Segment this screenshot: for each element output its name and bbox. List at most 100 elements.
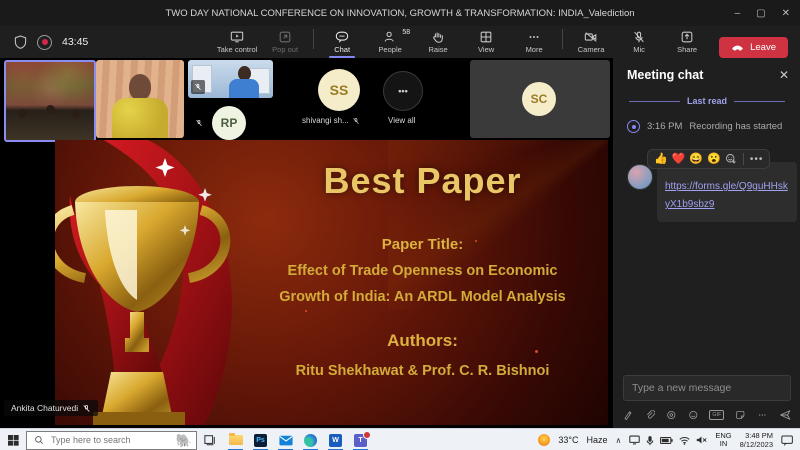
recording-indicator-icon — [37, 35, 52, 50]
video-tile-small[interactable] — [188, 60, 273, 98]
camera-button[interactable]: Camera — [567, 26, 615, 58]
participant-figure — [229, 79, 259, 98]
trophy-graphic — [55, 140, 275, 425]
camera-off-icon — [584, 30, 598, 44]
search-highlight-elephant-icon[interactable]: 🐘 — [176, 434, 192, 447]
maximize-button[interactable]: ▢ — [756, 8, 765, 19]
system-tray: 33°C Haze ∧ ENG IN 3:48 PM 8/12/2023 — [538, 431, 800, 449]
thumbs-up-reaction[interactable]: 👍 — [654, 154, 668, 165]
take-control-button[interactable]: Take control — [213, 26, 261, 58]
view-button[interactable]: View — [462, 26, 510, 58]
video-tile-sc[interactable]: SC — [470, 60, 610, 138]
mic-button[interactable]: Mic — [615, 26, 663, 58]
slide-text: Best Paper Paper Title: Effect of Trade … — [245, 160, 600, 379]
task-view-icon — [204, 434, 216, 446]
add-reaction-icon[interactable] — [725, 153, 737, 165]
chat-message: 👍 ❤️ 😄 😮 ••• https://forms.gle/Q9guHHsky… — [621, 162, 793, 222]
authors-label: Authors: — [245, 331, 600, 351]
presenter-name-overlay: Ankita Chaturvedi — [4, 400, 98, 416]
reaction-bar: 👍 ❤️ 😄 😮 ••• — [647, 149, 770, 169]
more-button[interactable]: More — [510, 26, 558, 58]
mic-muted-icon — [191, 80, 205, 94]
clock[interactable]: 3:48 PM 8/12/2023 — [740, 431, 773, 449]
title-bar: TWO DAY NATIONAL CONFERENCE ON INNOVATIO… — [0, 0, 800, 26]
avatar-sc: SC — [522, 82, 556, 116]
word-button[interactable]: W — [323, 429, 348, 450]
mic-muted-icon — [192, 116, 206, 130]
chat-panel-title: Meeting chat — [627, 68, 703, 82]
sticker-icon[interactable] — [735, 409, 746, 421]
send-icon[interactable] — [779, 408, 791, 422]
edge-button[interactable] — [298, 429, 323, 450]
search-input[interactable] — [49, 434, 171, 446]
photoshop-button[interactable]: Ps — [248, 429, 273, 450]
edge-icon — [304, 434, 317, 447]
screen-icon — [230, 30, 244, 44]
tray-mic-icon[interactable] — [646, 435, 654, 446]
raise-hand-button[interactable]: Raise — [414, 26, 462, 58]
tray-time: 3:48 PM — [740, 431, 773, 440]
share-icon — [680, 30, 694, 44]
display-icon[interactable] — [629, 435, 640, 445]
ellipsis-icon — [527, 30, 541, 44]
close-button[interactable]: ✕ — [782, 8, 790, 19]
weather-temp[interactable]: 33°C — [558, 435, 578, 445]
mural-background — [6, 62, 94, 107]
meeting-timer: 43:45 — [62, 36, 88, 48]
teams-button[interactable]: T — [348, 429, 373, 450]
tray-icons — [629, 435, 707, 446]
action-center-icon[interactable] — [781, 435, 794, 446]
compose-area: GIF — [623, 375, 791, 422]
weather-icon[interactable] — [538, 434, 550, 446]
mail-icon — [279, 435, 293, 446]
avatar-ss[interactable]: SS — [318, 69, 360, 111]
battery-icon[interactable] — [660, 436, 673, 445]
message-input[interactable] — [623, 375, 791, 401]
volume-muted-icon[interactable] — [696, 435, 707, 445]
message-more-icon[interactable]: ••• — [750, 154, 764, 165]
share-button[interactable]: Share — [663, 26, 711, 58]
photoshop-icon: Ps — [254, 434, 267, 447]
mail-button[interactable] — [273, 429, 298, 450]
search-icon — [34, 435, 44, 445]
paper-title-line2: Growth of India: An ARDL Model Analysis — [245, 289, 600, 305]
task-view-button[interactable] — [197, 429, 223, 450]
tray-date: 8/12/2023 — [740, 440, 773, 449]
shared-link[interactable]: https://forms.gle/Q9guHHskyX1b9sbz9 — [665, 181, 788, 210]
pop-out-button[interactable]: Pop out — [261, 26, 309, 58]
avatar-rp[interactable]: RP — [212, 106, 246, 140]
toolbar-divider-2 — [562, 29, 563, 49]
language-indicator[interactable]: ENG IN — [715, 432, 731, 449]
laugh-reaction[interactable]: 😄 — [689, 154, 703, 165]
format-icon[interactable] — [623, 409, 634, 421]
surprised-reaction[interactable]: 😮 — [707, 154, 721, 165]
file-explorer-button[interactable] — [223, 429, 248, 450]
emoji-icon[interactable] — [688, 409, 699, 421]
minimize-button[interactable]: – — [735, 8, 741, 19]
view-all-label[interactable]: View all — [388, 116, 415, 125]
loop-icon[interactable] — [666, 409, 677, 421]
gif-icon[interactable]: GIF — [709, 410, 724, 420]
chat-button[interactable]: Chat — [318, 26, 366, 58]
taskbar-search[interactable]: 🐘 — [26, 431, 197, 450]
chat-close-icon[interactable]: ✕ — [779, 68, 789, 82]
video-tile-speaker[interactable] — [96, 60, 184, 138]
compose-more-icon[interactable] — [757, 409, 768, 421]
leave-button[interactable]: Leave — [719, 37, 788, 58]
start-button[interactable] — [0, 429, 26, 450]
video-tile-room[interactable] — [4, 60, 96, 142]
participant-figure — [46, 105, 55, 114]
paper-title-line1: Effect of Trade Openness on Economic — [245, 263, 600, 279]
toolbar-center: Take control Pop out Chat 5 — [213, 26, 800, 58]
overflow-participants-button[interactable]: ••• — [383, 71, 423, 111]
tray-chevron-icon[interactable]: ∧ — [616, 436, 622, 445]
attach-icon[interactable] — [645, 409, 656, 421]
event-time: 3:16 PM — [647, 121, 682, 132]
heart-reaction[interactable]: ❤️ — [672, 154, 686, 165]
authors-names: Ritu Shekhawat & Prof. C. R. Bishnoi — [245, 363, 600, 379]
teams-meeting-window: TWO DAY NATIONAL CONFERENCE ON INNOVATIO… — [0, 0, 800, 450]
weather-condition[interactable]: Haze — [586, 435, 607, 445]
meeting-status: 43:45 — [0, 35, 88, 50]
people-button[interactable]: 58 People — [366, 26, 414, 58]
wifi-icon[interactable] — [679, 436, 690, 445]
